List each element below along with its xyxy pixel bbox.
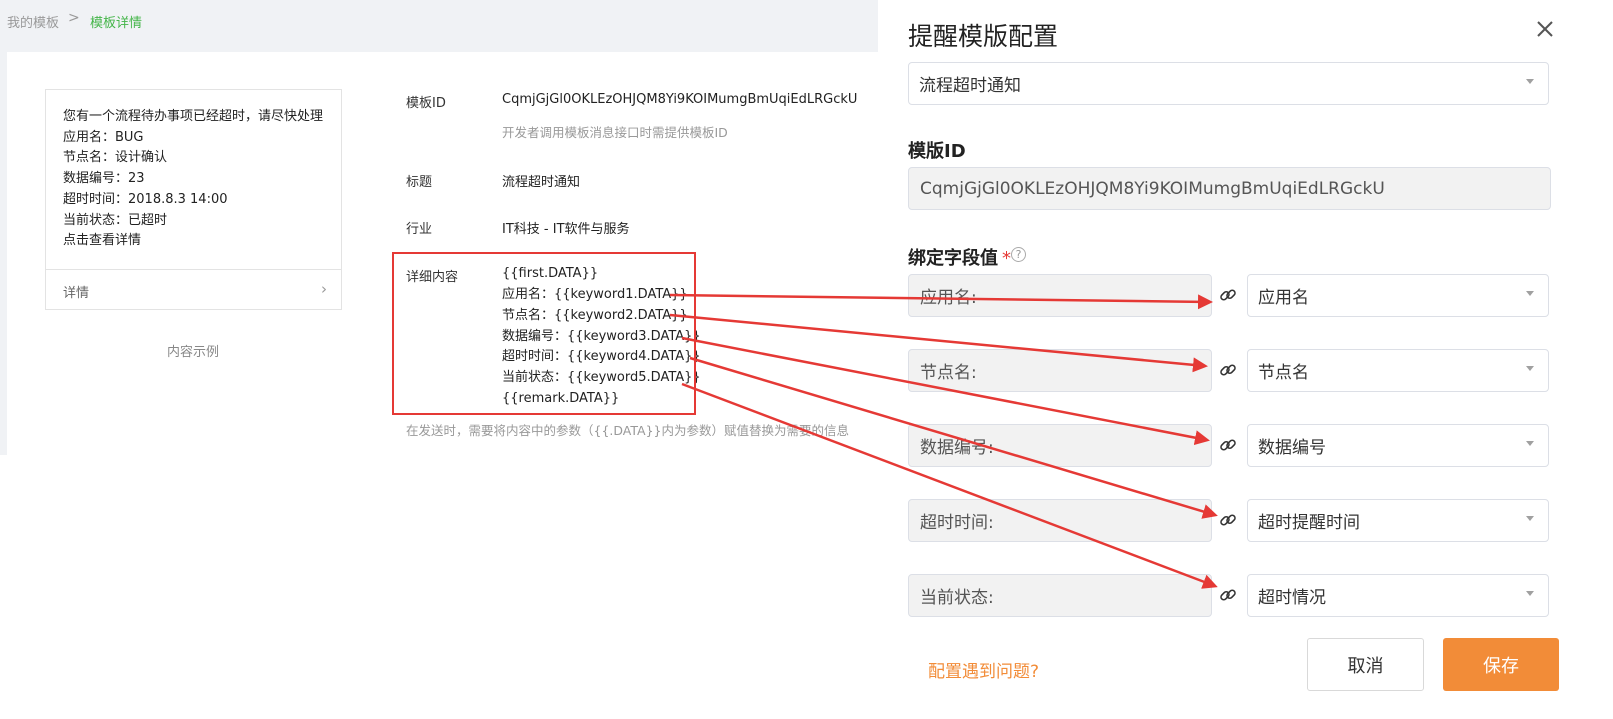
preview-line: 节点名：设计确认 [63,150,168,166]
content-highlight-box [392,252,696,415]
binding-field: 应用名: [908,274,1212,317]
save-button[interactable]: 保存 [1443,638,1559,691]
binding-field-label: 数据编号: [920,438,994,458]
binding-select[interactable]: 超时情况 [1247,574,1549,617]
binding-select-value: 数据编号 [1258,438,1326,458]
preview-line: 点击查看详情 [63,233,142,249]
chevron-down-icon [1526,291,1534,296]
binding-select-value: 超时情况 [1258,588,1326,608]
bind-fields-label: 绑定字段值 * [908,248,1011,269]
close-icon[interactable] [1532,16,1558,42]
message-preview-card: 您有一个流程待办事项已经超时，请尽快处理 应用名：BUG 节点名：设计确认 数据… [45,89,342,310]
content-hint: 在发送时，需要将内容中的参数（{{.DATA}}内为参数）赋值替换为需要的信息 [406,423,849,438]
binding-field-label: 节点名: [920,363,977,383]
preview-line: 您有一个流程待办事项已经超时，请尽快处理 [63,109,324,124]
binding-field-label: 应用名: [920,288,977,308]
binding-field: 数据编号: [908,424,1212,467]
config-help-link[interactable]: 配置遇到问题? [928,657,1039,682]
industry-label: 行业 [406,222,433,237]
preview-line: 当前状态：已超时 [63,212,168,228]
chevron-down-icon [1526,591,1534,596]
template-id-value: CqmjGjGl0OKLEzOHJQM8Yi9KOIMumgBmUqiEdLRG… [502,92,858,107]
question-circle-icon[interactable]: ? [1011,247,1026,262]
template-id-hint: 开发者调用模板消息接口时需提供模板ID [502,125,728,140]
binding-select-value: 超时提醒时间 [1258,513,1360,533]
preview-line: 超时时间：2018.8.3 14:00 [63,191,228,207]
preview-detail-label: 详情 [63,286,90,301]
binding-select[interactable]: 节点名 [1247,349,1549,392]
chevron-down-icon [1526,441,1534,446]
binding-select[interactable]: 超时提醒时间 [1247,499,1549,542]
screenshot-stage: 我的模板 > 模板详情 您有一个流程待办事项已经超时，请尽快处理 应用名：BUG… [0,0,1613,719]
chevron-down-icon [1526,366,1534,371]
binding-select-value: 节点名 [1258,363,1309,383]
binding-select[interactable]: 应用名 [1247,274,1549,317]
preview-line: 应用名：BUG [63,129,144,145]
preview-detail-link[interactable]: 详情 › [46,269,341,310]
industry-value: IT科技 - IT软件与服务 [502,222,630,237]
template-select[interactable]: 流程超时通知 [908,62,1549,105]
chevron-down-icon [1526,79,1534,84]
preview-caption: 内容示例 [167,345,220,360]
binding-field-label: 超时时间: [920,513,994,533]
title-value: 流程超时通知 [502,175,581,190]
required-mark: * [1002,248,1011,269]
chevron-down-icon [1526,516,1534,521]
cancel-button[interactable]: 取消 [1307,638,1424,691]
link-icon [1220,514,1236,526]
drawer-scrollbar[interactable] [1601,0,1613,719]
link-icon [1220,589,1236,601]
preview-body: 您有一个流程待办事项已经超时，请尽快处理 应用名：BUG 节点名：设计确认 数据… [46,90,341,252]
chevron-right-icon: › [321,280,327,298]
preview-line: 数据编号：23 [63,171,145,187]
link-icon [1220,364,1236,376]
binding-field: 当前状态: [908,574,1212,617]
title-label: 标题 [406,175,433,190]
template-id-input[interactable]: CqmjGjGl0OKLEzOHJQM8Yi9KOIMumgBmUqiEdLRG… [908,167,1551,210]
binding-field-label: 当前状态: [920,588,994,608]
breadcrumb-current: 模板详情 [90,16,143,31]
template-id-input-value: CqmjGjGl0OKLEzOHJQM8Yi9KOIMumgBmUqiEdLRG… [920,178,1385,199]
link-icon [1220,439,1236,451]
template-select-value: 流程超时通知 [919,76,1021,96]
breadcrumb-my-templates[interactable]: 我的模板 [7,12,59,31]
template-id-section-label: 模版ID [908,141,966,162]
template-id-label: 模板ID [406,96,446,111]
binding-field: 节点名: [908,349,1212,392]
binding-select-value: 应用名 [1258,288,1309,308]
drawer-title: 提醒模版配置 [908,22,1059,51]
binding-field: 超时时间: [908,499,1212,542]
binding-select[interactable]: 数据编号 [1247,424,1549,467]
link-icon [1220,289,1236,301]
breadcrumb-chevron-icon: > [68,10,80,26]
